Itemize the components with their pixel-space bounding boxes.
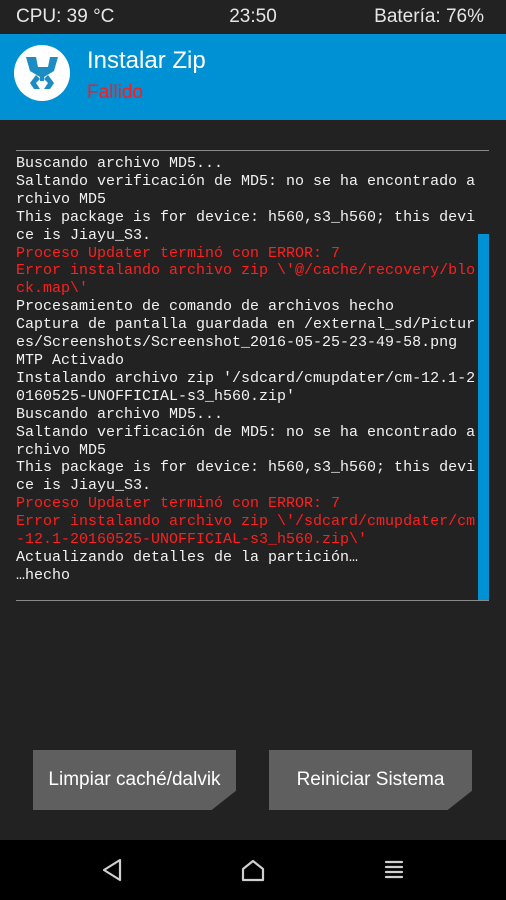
menu-lines-icon[interactable] bbox=[380, 857, 408, 883]
console-error-line: Proceso Updater terminó con ERROR: 7 bbox=[16, 495, 341, 513]
console-error-line: Error instalando archivo zip \'/sdcard/c… bbox=[16, 513, 476, 549]
battery-level: Batería: 76% bbox=[374, 6, 484, 27]
back-triangle-icon[interactable] bbox=[98, 857, 126, 883]
console-line: This package is for device: h560,s3_h560… bbox=[16, 459, 476, 495]
console-log[interactable]: Buscando archivo MD5... Saltando verifica… bbox=[16, 150, 489, 601]
console-line: This package is for device: h560,s3_h560… bbox=[16, 208, 476, 244]
console-line: Instalando archivo zip '/sdcard/cmupdate… bbox=[16, 369, 476, 405]
console-text: Buscando archivo MD5... Saltando verifica… bbox=[16, 155, 477, 585]
status-bar: CPU: 39 °C 23:50 Batería: 76% bbox=[0, 0, 506, 34]
console-line: Buscando archivo MD5... bbox=[16, 405, 224, 423]
console-error-line: Proceso Updater terminó con ERROR: 7 bbox=[16, 244, 341, 262]
twrp-logo-graphic bbox=[26, 57, 58, 89]
navigation-bar bbox=[0, 840, 506, 900]
console-line: Saltando verificación de MD5: no se ha e… bbox=[16, 172, 476, 208]
console-line: Buscando archivo MD5... bbox=[16, 155, 224, 172]
console-line: Saltando verificación de MD5: no se ha e… bbox=[16, 423, 476, 459]
console-line: Captura de pantalla guardada en /externa… bbox=[16, 316, 476, 352]
console-line: Procesamiento de comando de archivos hec… bbox=[16, 298, 395, 316]
header-bar: Instalar Zip Fallido bbox=[0, 34, 506, 120]
console-line: …hecho bbox=[16, 566, 71, 584]
twrp-logo-icon bbox=[14, 45, 70, 101]
wipe-cache-dalvik-button[interactable]: Limpiar caché/dalvik bbox=[33, 750, 236, 810]
console-scrollbar[interactable] bbox=[478, 234, 489, 600]
console-line: MTP Activado bbox=[16, 351, 125, 369]
page-title: Instalar Zip bbox=[87, 47, 206, 74]
console-line: Actualizando detalles de la partición… bbox=[16, 548, 359, 566]
console-error-line: Error instalando archivo zip \'@/cache/r… bbox=[16, 262, 476, 298]
home-icon[interactable] bbox=[239, 857, 267, 883]
install-status: Fallido bbox=[87, 82, 143, 103]
reboot-system-button[interactable]: Reiniciar Sistema bbox=[269, 750, 472, 810]
